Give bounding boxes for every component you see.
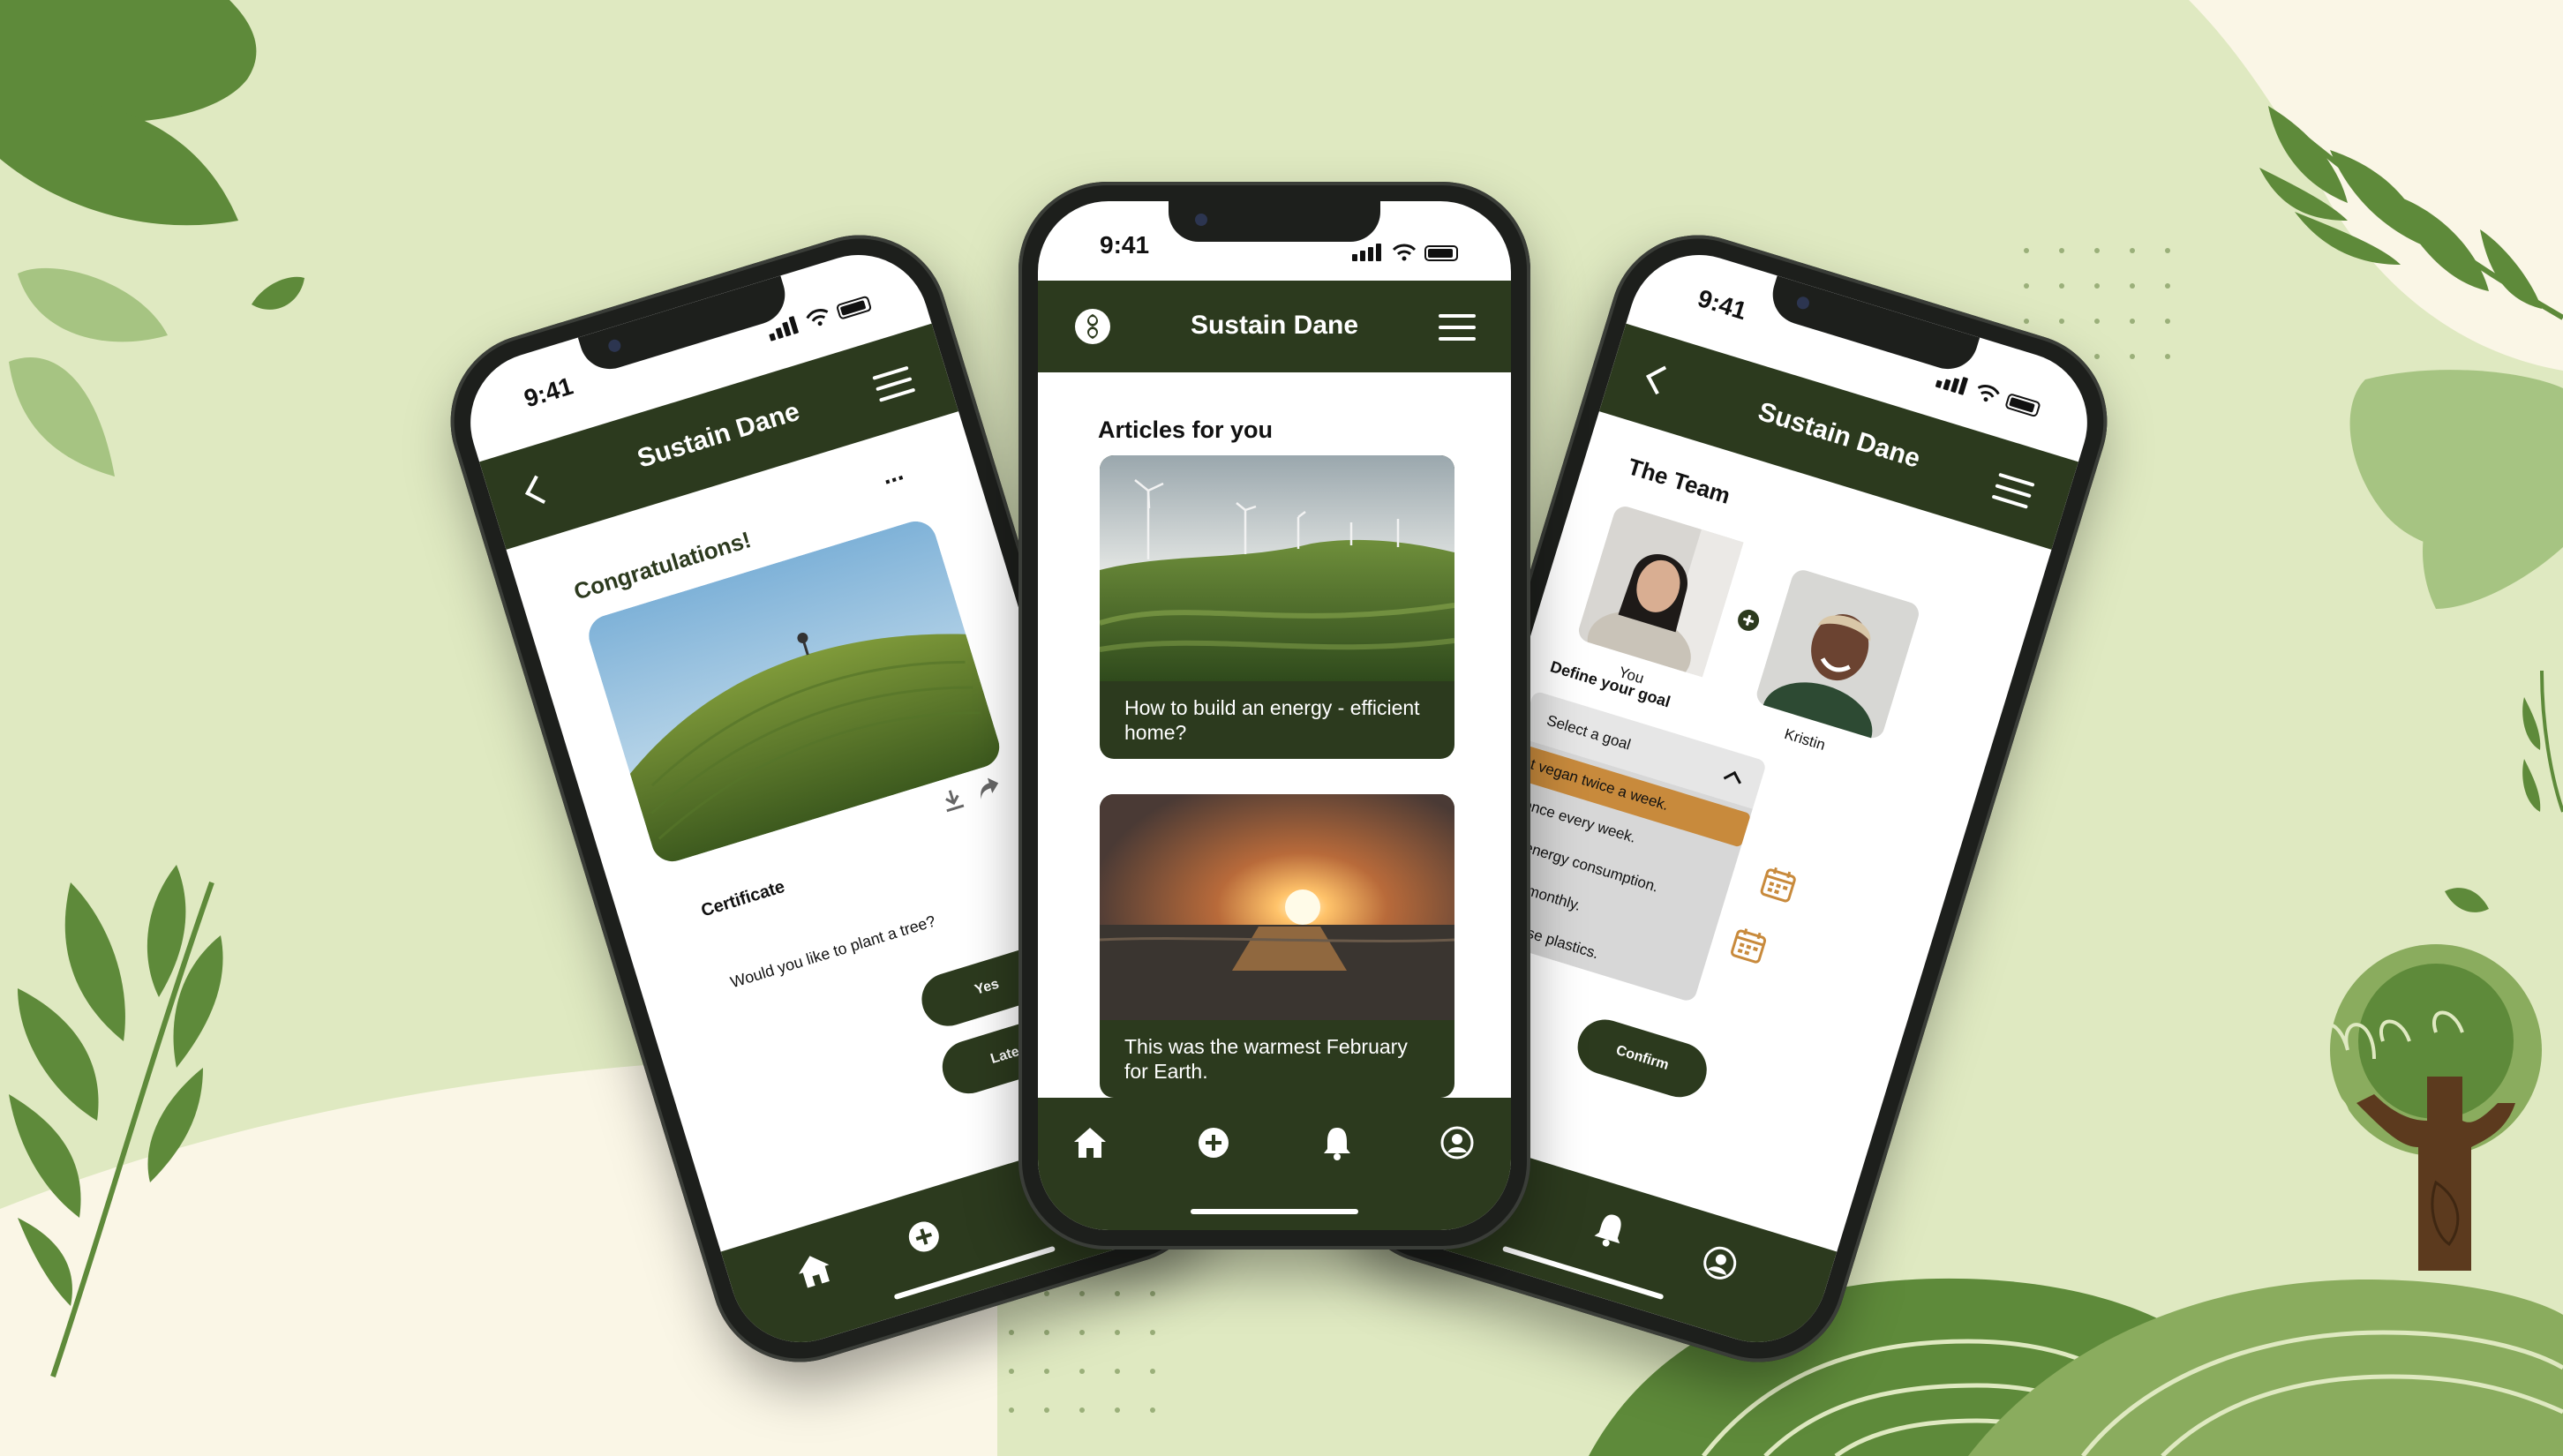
confirm-button[interactable]: Confirm <box>1570 1012 1714 1104</box>
home-indicator <box>1191 1209 1358 1214</box>
add-member-icon[interactable] <box>1734 606 1763 634</box>
article-image <box>1100 455 1454 681</box>
battery-icon <box>2004 392 2041 418</box>
bell-icon[interactable] <box>1587 1206 1633 1252</box>
status-time: 9:41 <box>1695 284 1750 326</box>
calendar-icon[interactable] <box>1728 924 1770 965</box>
center-screen: 9:41 Sustain Dane Articles for you How t… <box>1038 201 1511 1230</box>
center-phone: 9:41 Sustain Dane Articles for you How t… <box>1018 182 1530 1250</box>
add-icon[interactable] <box>1195 1124 1232 1161</box>
wifi-icon <box>1977 385 2000 402</box>
share-icon[interactable] <box>973 772 1003 801</box>
app-header: Sustain Dane <box>1038 281 1511 372</box>
home-icon[interactable] <box>1071 1124 1109 1161</box>
bottom-nav <box>1038 1098 1511 1230</box>
more-options-icon[interactable]: ... <box>878 457 906 490</box>
plant-tree-question: Would you like to plant a tree? <box>728 912 938 992</box>
team-heading: The Team <box>1625 453 1734 509</box>
add-icon[interactable] <box>901 1213 947 1259</box>
article-card[interactable]: How to build an energy - efficient home? <box>1100 455 1454 759</box>
bell-icon[interactable] <box>1319 1124 1356 1161</box>
article-title: How to build an energy - efficient home? <box>1124 696 1420 744</box>
calendar-icon[interactable] <box>1757 863 1799 904</box>
profile-icon[interactable] <box>1697 1240 1743 1286</box>
section-title: Articles for you <box>1098 417 1274 443</box>
home-indicator <box>1501 1245 1665 1301</box>
profile-icon[interactable] <box>1439 1124 1476 1161</box>
article-card[interactable]: This was the warmest February for Earth. <box>1100 794 1454 1098</box>
menu-icon[interactable] <box>1439 314 1476 341</box>
article-image <box>1100 794 1454 1020</box>
certificate-label: Certificate <box>698 876 787 921</box>
avatar-you[interactable] <box>1575 504 1744 678</box>
article-title: This was the warmest February for Earth. <box>1124 1035 1408 1083</box>
chevron-up-icon <box>1723 770 1741 790</box>
status-time: 9:41 <box>521 372 576 413</box>
wifi-icon <box>1393 244 1416 261</box>
home-icon[interactable] <box>791 1247 837 1293</box>
status-time: 9:41 <box>1100 231 1150 259</box>
wifi-icon <box>806 309 829 326</box>
download-icon[interactable] <box>938 785 966 814</box>
notch <box>1169 201 1380 242</box>
battery-icon <box>835 295 873 320</box>
battery-icon <box>1424 245 1458 261</box>
avatar-kristin[interactable] <box>1754 567 1921 741</box>
goal-select-placeholder: Select a goal <box>1545 711 1633 754</box>
avatar-kristin-label: Kristin <box>1782 725 1828 754</box>
